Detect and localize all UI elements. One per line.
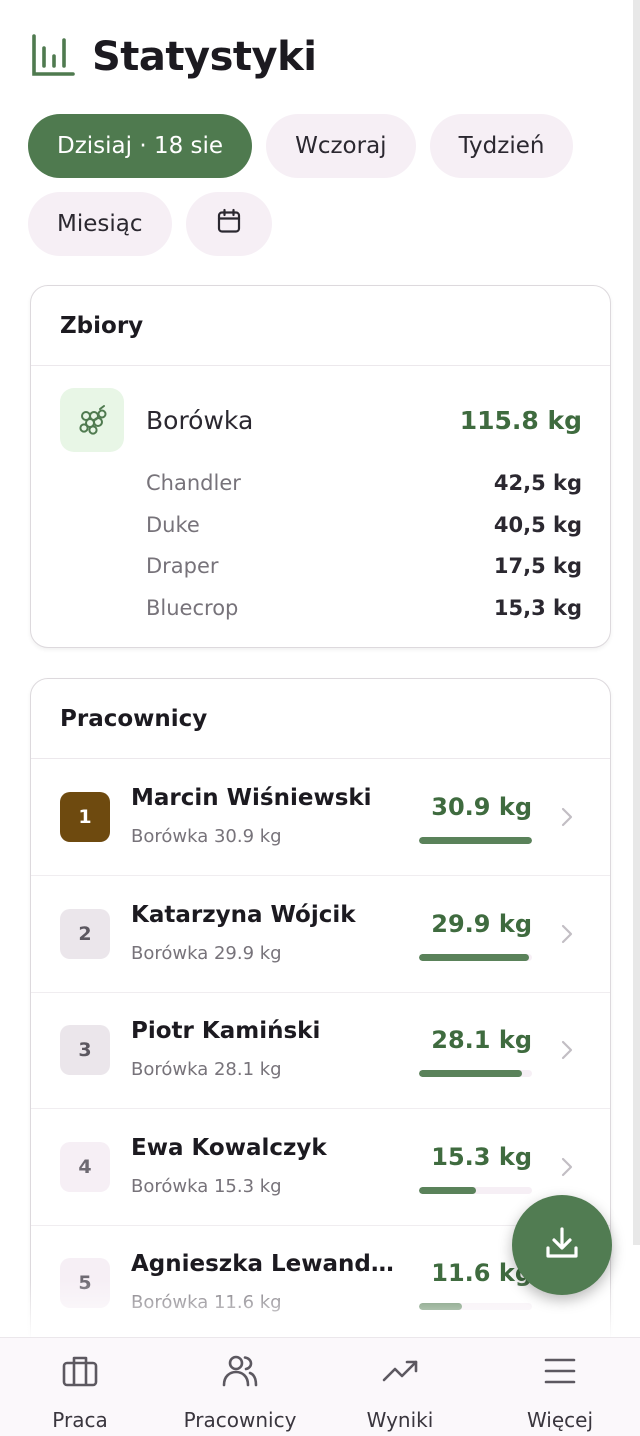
trending-up-icon xyxy=(381,1352,419,1394)
variety-name: Draper xyxy=(146,554,219,578)
nav-item-wyniki[interactable]: Wyniki xyxy=(320,1338,480,1436)
worker-detail: Borówka 11.6 kg xyxy=(131,1292,282,1313)
scrollbar[interactable] xyxy=(633,0,640,1245)
variety-row: Bluecrop 15,3 kg xyxy=(146,593,582,623)
nav-label: Praca xyxy=(52,1408,108,1432)
rank-badge: 2 xyxy=(60,909,110,959)
rank-badge: 5 xyxy=(60,1258,110,1308)
worker-detail: Borówka 29.9 kg xyxy=(131,943,282,964)
worker-progress-bar xyxy=(419,1187,532,1194)
worker-name: Piotr Kamiński xyxy=(131,1018,321,1044)
grape-icon xyxy=(60,388,124,452)
users-icon xyxy=(221,1352,259,1394)
filter-today-chip[interactable]: Dzisiaj · 18 sie xyxy=(28,114,253,178)
bar-chart-icon xyxy=(30,32,76,82)
rank-badge: 4 xyxy=(60,1142,110,1192)
download-icon xyxy=(542,1223,582,1267)
chevron-right-icon xyxy=(561,1040,573,1060)
variety-value: 40,5 kg xyxy=(493,513,582,537)
worker-progress-bar xyxy=(419,1303,532,1310)
nav-item-pracownicy[interactable]: Pracownicy xyxy=(160,1338,320,1436)
chevron-right-icon xyxy=(561,924,573,944)
rank-badge: 1 xyxy=(60,792,110,842)
nav-label: Pracownicy xyxy=(183,1408,297,1432)
variety-row: Chandler 42,5 kg xyxy=(146,468,582,498)
variety-value: 17,5 kg xyxy=(493,554,582,578)
nav-label: Wyniki xyxy=(366,1408,434,1432)
calendar-chip[interactable] xyxy=(185,192,272,256)
worker-progress-fill xyxy=(419,954,529,961)
worker-row[interactable]: 4 Ewa Kowalczyk Borówka 15.3 kg 15.3 kg xyxy=(31,1109,610,1226)
worker-detail: Borówka 15.3 kg xyxy=(131,1176,282,1197)
chevron-right-icon xyxy=(561,1157,573,1177)
worker-name: Ewa Kowalczyk xyxy=(131,1135,327,1161)
menu-icon xyxy=(541,1352,579,1394)
worker-row[interactable]: 1 Marcin Wiśniewski Borówka 30.9 kg 30.9… xyxy=(31,759,610,876)
calendar-icon xyxy=(215,207,243,241)
workers-card-title: Pracownicy xyxy=(31,679,610,759)
worker-total: 15.3 kg xyxy=(431,1143,532,1171)
worker-row[interactable]: 2 Katarzyna Wójcik Borówka 29.9 kg 29.9 … xyxy=(31,876,610,993)
worker-total: 30.9 kg xyxy=(431,793,532,821)
briefcase-icon xyxy=(61,1352,99,1394)
variety-name: Duke xyxy=(146,513,200,537)
page-title: Statystyki xyxy=(92,34,317,80)
worker-progress-bar xyxy=(419,954,532,961)
download-button[interactable] xyxy=(512,1195,612,1295)
worker-name: Marcin Wiśniewski xyxy=(131,785,372,811)
worker-progress-bar xyxy=(419,1070,532,1077)
worker-detail: Borówka 28.1 kg xyxy=(131,1059,282,1080)
worker-total: 28.1 kg xyxy=(431,1026,532,1054)
crop-row: Borówka 115.8 kg xyxy=(60,388,582,452)
filter-week-chip[interactable]: Tydzień xyxy=(429,114,574,178)
variety-name: Chandler xyxy=(146,471,241,495)
nav-item-wiecej[interactable]: Więcej xyxy=(480,1338,640,1436)
rank-badge: 3 xyxy=(60,1025,110,1075)
variety-name: Bluecrop xyxy=(146,596,239,620)
worker-name: Agnieszka Lewando... xyxy=(131,1251,401,1277)
worker-progress-bar xyxy=(419,837,532,844)
chevron-right-icon xyxy=(561,807,573,827)
nav-item-praca[interactable]: Praca xyxy=(0,1338,160,1436)
worker-detail: Borówka 30.9 kg xyxy=(131,826,282,847)
crop-name: Borówka xyxy=(146,405,254,435)
bottom-navigation: Praca Pracownicy Wyniki Więcej xyxy=(0,1337,640,1436)
worker-row[interactable]: 3 Piotr Kamiński Borówka 28.1 kg 28.1 kg xyxy=(31,992,610,1109)
worker-name: Katarzyna Wójcik xyxy=(131,902,356,928)
worker-progress-fill xyxy=(419,1303,462,1310)
worker-progress-fill xyxy=(419,1070,522,1077)
variety-value: 42,5 kg xyxy=(493,471,582,495)
harvest-card: Zbiory Borówka 115.8 kg Chandler 42,5 kg… xyxy=(30,285,611,648)
harvest-card-title: Zbiory xyxy=(31,286,610,366)
worker-progress-fill xyxy=(419,1187,476,1194)
variety-row: Duke 40,5 kg xyxy=(146,510,582,540)
variety-value: 15,3 kg xyxy=(493,596,582,620)
filter-month-chip[interactable]: Miesiąc xyxy=(28,192,172,256)
nav-label: Więcej xyxy=(526,1408,594,1432)
worker-progress-fill xyxy=(419,837,532,844)
crop-total: 115.8 kg xyxy=(459,405,582,435)
worker-total: 29.9 kg xyxy=(431,910,532,938)
date-filter-chips: Dzisiaj · 18 sie Wczoraj Tydzień Miesiąc xyxy=(28,114,628,256)
page-header: Statystyki xyxy=(30,32,317,82)
variety-row: Draper 17,5 kg xyxy=(146,551,582,581)
filter-yesterday-chip[interactable]: Wczoraj xyxy=(266,114,416,178)
